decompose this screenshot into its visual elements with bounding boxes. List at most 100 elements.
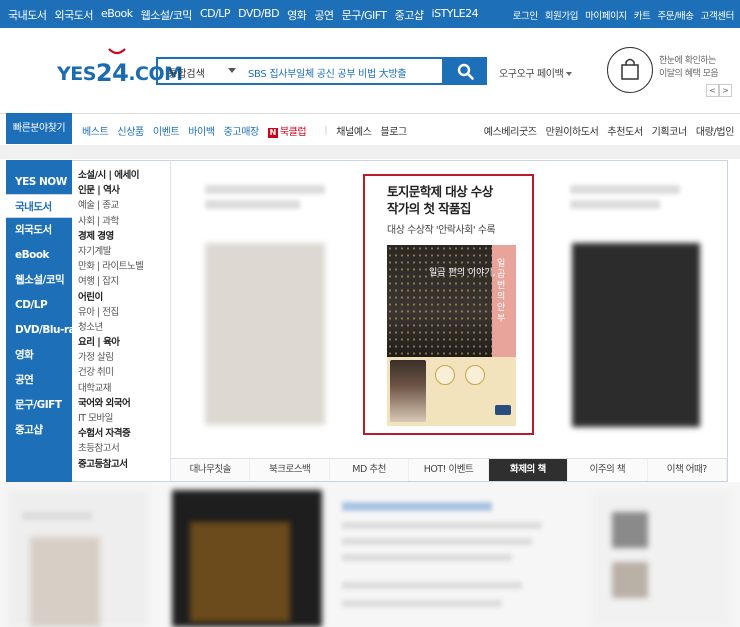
subcategory-link[interactable]: 만화 | 라이트노벨 bbox=[78, 259, 170, 274]
featured-title-line-1: 토지문학제 대상 수상 bbox=[387, 184, 493, 199]
tab-bamboo-toothbrush[interactable]: 대나무칫솔 bbox=[171, 459, 251, 481]
search-box: 통합검색 SBS 집사부일체 공신 공부 비법 大방출 bbox=[156, 57, 444, 85]
top-bar: 국내도서 외국도서 eBook 웹소설/코믹 CD/LP DVD/BD 영화 공… bbox=[0, 0, 740, 28]
menu-performance[interactable]: 공연 bbox=[6, 368, 72, 392]
quick-category-button[interactable]: 빠른분야찾기 bbox=[6, 113, 72, 144]
menu-webnovel[interactable]: 웹소설/코믹 bbox=[6, 268, 72, 292]
cart-link[interactable]: 카트 bbox=[634, 8, 651, 22]
featured-book-card[interactable]: 토지문학제 대상 수상 작가의 첫 작품집 대상 수상작 '안락사회' 수록 일… bbox=[363, 174, 534, 435]
tab-book-crossbag[interactable]: 북크로스백 bbox=[250, 459, 330, 481]
tab-hot-books[interactable]: 화제의 책 bbox=[488, 459, 569, 481]
top-link-istyle[interactable]: iSTYLE24 bbox=[432, 7, 479, 23]
nav-spacer bbox=[0, 145, 740, 159]
tab-book-of-week[interactable]: 이주의 책 bbox=[568, 459, 648, 481]
top-link-domestic[interactable]: 국내도서 bbox=[8, 7, 47, 23]
order-link[interactable]: 주문/배송 bbox=[657, 8, 694, 22]
blurred-text bbox=[342, 502, 492, 511]
menu-gift[interactable]: 문구/GIFT bbox=[6, 393, 72, 417]
nav-special[interactable]: 기획코너 bbox=[652, 123, 688, 138]
nav-separator: | bbox=[324, 125, 328, 136]
menu-dvd[interactable]: DVD/Blu-ray bbox=[6, 318, 82, 342]
submenu-divider bbox=[170, 161, 171, 481]
subcategory-link[interactable]: 사회 | 과학 bbox=[78, 214, 170, 229]
login-link[interactable]: 로그인 bbox=[513, 8, 538, 22]
support-link[interactable]: 고객센터 bbox=[701, 8, 735, 22]
payback-label: 오구오구 페이백 bbox=[499, 69, 564, 80]
search-input[interactable]: SBS 집사부일체 공신 공부 비법 大방출 bbox=[248, 65, 407, 80]
top-link-foreign[interactable]: 외국도서 bbox=[54, 7, 93, 23]
top-link-movie[interactable]: 영화 bbox=[287, 7, 307, 23]
search-button[interactable] bbox=[444, 57, 487, 85]
top-link-performance[interactable]: 공연 bbox=[314, 7, 334, 23]
subcategory-link[interactable]: 자기계발 bbox=[78, 244, 170, 259]
subcategory-link[interactable]: 어린이 bbox=[78, 290, 170, 305]
nav-under-10000[interactable]: 만원이하도서 bbox=[546, 123, 599, 138]
bookclub-badge: N bbox=[267, 128, 278, 138]
nav-best[interactable]: 베스트 bbox=[82, 123, 109, 138]
menu-used[interactable]: 중고샵 bbox=[6, 418, 72, 442]
subcategory-link[interactable]: 대학교재 bbox=[78, 381, 170, 396]
blurred-text bbox=[22, 512, 92, 520]
menu-yes-now[interactable]: YES NOW bbox=[6, 170, 72, 194]
menu-foreign-books[interactable]: 외국도서 bbox=[6, 218, 72, 242]
mypage-link[interactable]: 마이페이지 bbox=[585, 8, 627, 22]
subcategory-link[interactable]: 가정 살림 bbox=[78, 350, 170, 365]
tab-how-about[interactable]: 이책 어때? bbox=[648, 459, 727, 481]
top-category-links: 국내도서 외국도서 eBook 웹소설/코믹 CD/LP DVD/BD 영화 공… bbox=[8, 7, 486, 23]
lower-content-area bbox=[0, 482, 740, 627]
nav-channel-yes[interactable]: 채널예스 bbox=[336, 123, 372, 138]
subcategory-link[interactable]: 초등참고서 bbox=[78, 441, 170, 456]
nav-right: 예스베리굿즈 만원이하도서 추천도서 기획코너 대량/법인 bbox=[475, 123, 735, 138]
chevron-down-icon bbox=[566, 72, 573, 76]
subcategory-link[interactable]: 국어와 외국어 bbox=[78, 396, 170, 411]
top-link-ebook[interactable]: eBook bbox=[101, 7, 133, 23]
payback-menu[interactable]: 오구오구 페이백 bbox=[499, 65, 573, 80]
subcategory-link[interactable]: 수험서 자격증 bbox=[78, 426, 170, 441]
nav-goods[interactable]: 예스베리굿즈 bbox=[484, 123, 537, 138]
top-link-dvd[interactable]: DVD/BD bbox=[238, 7, 280, 23]
menu-domestic-books[interactable]: 국내도서 bbox=[6, 194, 72, 218]
main-nav: 베스트 신상품 이벤트 바이백 중고매장 N 북클럽 | 채널예스 블로그 bbox=[82, 123, 416, 138]
nav-bulk[interactable]: 대량/법인 bbox=[696, 123, 735, 138]
menu-movie[interactable]: 영화 bbox=[6, 343, 72, 367]
subcategory-link[interactable]: 인문 | 역사 bbox=[78, 183, 170, 198]
signup-link[interactable]: 회원가입 bbox=[545, 8, 579, 22]
subcategory-link[interactable]: 청소년 bbox=[78, 320, 170, 335]
blurred-book-title bbox=[205, 200, 300, 209]
subcategory-link[interactable]: 요리 | 육아 bbox=[78, 335, 170, 350]
menu-ebook[interactable]: eBook bbox=[6, 243, 72, 267]
next-arrow-button[interactable]: > bbox=[719, 84, 732, 97]
blurred-text bbox=[342, 600, 502, 607]
menu-cdlp[interactable]: CD/LP bbox=[6, 293, 72, 317]
tab-hot-event[interactable]: HOT! 이벤트 bbox=[409, 459, 489, 481]
nav-blog[interactable]: 블로그 bbox=[380, 123, 407, 138]
subcategory-link[interactable]: 경제 경영 bbox=[78, 229, 170, 244]
subcategory-link[interactable]: 예술 | 종교 bbox=[78, 198, 170, 213]
top-link-cdlp[interactable]: CD/LP bbox=[200, 7, 231, 23]
benefit-text[interactable]: 한눈에 확인하는 이달의 혜택 모음 bbox=[659, 55, 719, 81]
tab-md-pick[interactable]: MD 추천 bbox=[330, 459, 410, 481]
subcategory-link[interactable]: IT 모바일 bbox=[78, 411, 170, 426]
logo-24: 24 bbox=[95, 59, 129, 87]
cover-vertical-title: 일곱번의안부 bbox=[497, 259, 506, 324]
nav-buyback[interactable]: 바이백 bbox=[188, 123, 215, 138]
blurred-image bbox=[190, 522, 290, 622]
subcategory-link[interactable]: 소설/시 | 에세이 bbox=[78, 168, 170, 183]
search-category-select[interactable]: 통합검색 bbox=[168, 65, 205, 80]
nav-recommend[interactable]: 추천도서 bbox=[607, 123, 643, 138]
top-link-gift[interactable]: 문구/GIFT bbox=[342, 7, 388, 23]
top-link-used[interactable]: 중고샵 bbox=[395, 7, 424, 23]
top-link-webnovel[interactable]: 웹소설/코믹 bbox=[141, 7, 193, 23]
subcategory-link[interactable]: 유아 | 전집 bbox=[78, 305, 170, 320]
chevron-down-icon[interactable] bbox=[228, 68, 236, 73]
nav-bookclub[interactable]: N 북클럽 bbox=[267, 123, 315, 138]
nav-used-store[interactable]: 중고매장 bbox=[224, 123, 260, 138]
subcategory-link[interactable]: 건강 취미 bbox=[78, 365, 170, 380]
nav-event[interactable]: 이벤트 bbox=[153, 123, 180, 138]
nav-new[interactable]: 신상품 bbox=[117, 123, 144, 138]
prev-arrow-button[interactable]: < bbox=[706, 84, 719, 97]
benefit-bag-button[interactable] bbox=[607, 47, 653, 93]
subcategory-link[interactable]: 여행 | 잡지 bbox=[78, 274, 170, 289]
subcategory-link[interactable]: 중고등참고서 bbox=[78, 457, 170, 472]
featured-book-cover[interactable]: 일곱 편의 이야기, 일곱번의안부 bbox=[387, 245, 516, 426]
